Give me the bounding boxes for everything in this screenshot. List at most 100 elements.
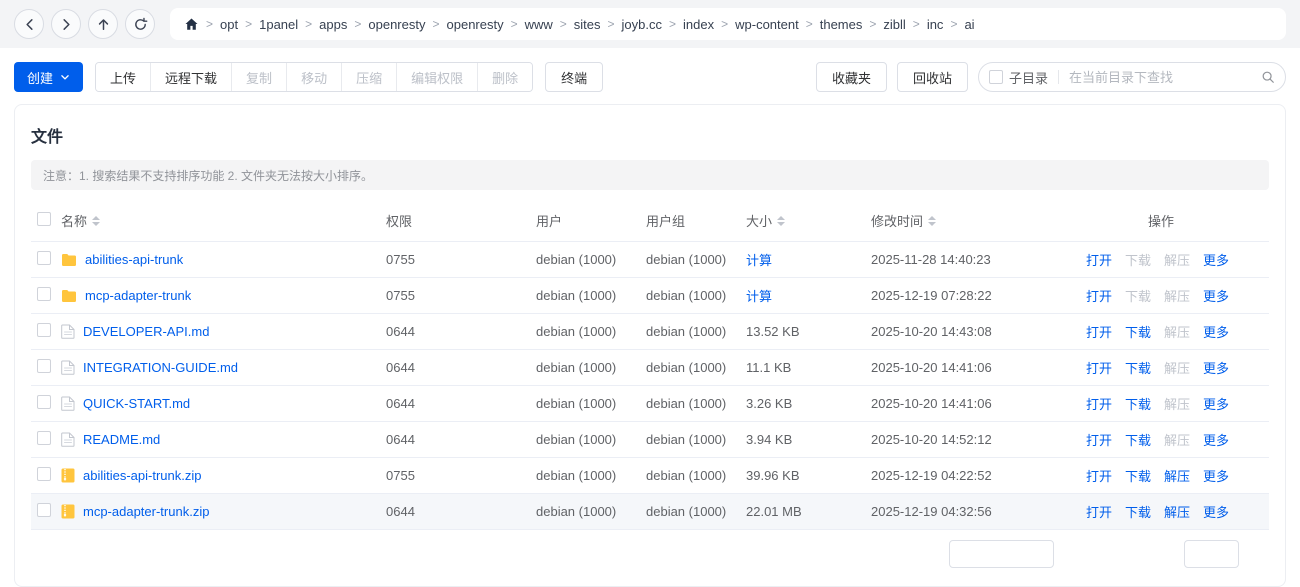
breadcrumb-item[interactable]: wp-content: [735, 17, 799, 32]
refresh-icon: [134, 17, 147, 30]
refresh-button[interactable]: [125, 9, 155, 39]
page-jump-input[interactable]: [1184, 540, 1239, 568]
breadcrumb-item[interactable]: opt: [220, 17, 238, 32]
page-size-select[interactable]: [949, 540, 1054, 568]
download-action[interactable]: 下载: [1125, 502, 1151, 521]
download-action[interactable]: 下载: [1125, 430, 1151, 449]
more-action[interactable]: 更多: [1203, 286, 1229, 305]
breadcrumb-item[interactable]: openresty: [447, 17, 504, 32]
row-checkbox[interactable]: [37, 431, 51, 445]
breadcrumb-item[interactable]: www: [525, 17, 553, 32]
edit-permission-button: 编辑权限: [396, 63, 478, 91]
terminal-button[interactable]: 终端: [545, 62, 604, 92]
row-checkbox[interactable]: [37, 467, 51, 481]
user-value: debian (1000): [536, 468, 617, 483]
breadcrumb-item[interactable]: 1panel: [259, 17, 298, 32]
breadcrumb-item[interactable]: themes: [820, 17, 863, 32]
download-action[interactable]: 下载: [1125, 394, 1151, 413]
size-value: 3.94 KB: [746, 432, 793, 447]
file-name-link[interactable]: mcp-adapter-trunk.zip: [83, 504, 209, 519]
upload-button[interactable]: 上传: [96, 63, 151, 91]
favorites-button[interactable]: 收藏夹: [815, 62, 887, 92]
table-row: abilities-api-trunk.zip 0755 debian (100…: [31, 458, 1269, 494]
group-value: debian (1000): [646, 360, 727, 375]
row-checkbox[interactable]: [37, 323, 51, 337]
row-checkbox[interactable]: [37, 251, 51, 265]
column-header-name[interactable]: 名称: [61, 211, 386, 230]
more-action[interactable]: 更多: [1203, 466, 1229, 485]
breadcrumb-item[interactable]: openresty: [368, 17, 425, 32]
breadcrumb-item[interactable]: zibll: [883, 17, 905, 32]
unzip-action: 解压: [1164, 397, 1191, 412]
move-button: 移动: [286, 63, 342, 91]
home-icon[interactable]: [184, 17, 199, 32]
subdirectory-checkbox[interactable]: [989, 70, 1003, 84]
more-action[interactable]: 更多: [1203, 394, 1229, 413]
file-name-link[interactable]: abilities-api-trunk: [85, 252, 183, 267]
open-action[interactable]: 打开: [1086, 358, 1112, 377]
permission-value: 0755: [386, 288, 415, 303]
file-name-link[interactable]: QUICK-START.md: [83, 396, 190, 411]
column-header-size[interactable]: 大小: [746, 211, 871, 230]
forward-button[interactable]: [51, 9, 81, 39]
up-directory-button[interactable]: [88, 9, 118, 39]
more-action[interactable]: 更多: [1203, 250, 1229, 269]
permission-value: 0644: [386, 396, 415, 411]
download-action[interactable]: 下载: [1125, 358, 1151, 377]
group-value: debian (1000): [646, 288, 727, 303]
open-action[interactable]: 打开: [1086, 430, 1112, 449]
open-action[interactable]: 打开: [1086, 394, 1112, 413]
recycle-bin-button[interactable]: 回收站: [896, 62, 968, 92]
file-name-link[interactable]: abilities-api-trunk.zip: [83, 468, 202, 483]
breadcrumb-item[interactable]: ai: [964, 17, 974, 32]
size-calculate-link[interactable]: 计算: [746, 289, 772, 304]
user-value: debian (1000): [536, 252, 617, 267]
row-actions: 打开 下载 解压 更多: [1086, 286, 1269, 305]
row-checkbox[interactable]: [37, 287, 51, 301]
search-bar: 子目录: [978, 62, 1286, 92]
row-checkbox[interactable]: [37, 503, 51, 517]
file-name-link[interactable]: README.md: [83, 432, 160, 447]
breadcrumb-separator: >: [669, 17, 677, 31]
file-name-link[interactable]: mcp-adapter-trunk: [85, 288, 191, 303]
search-icon[interactable]: [1261, 70, 1275, 84]
unzip-action[interactable]: 解压: [1164, 466, 1190, 485]
breadcrumb-item[interactable]: joyb.cc: [622, 17, 662, 32]
size-value: 22.01 MB: [746, 504, 802, 519]
open-action[interactable]: 打开: [1086, 502, 1112, 521]
row-checkbox[interactable]: [37, 359, 51, 373]
more-action[interactable]: 更多: [1203, 502, 1229, 521]
open-action[interactable]: 打开: [1086, 286, 1112, 305]
zip-icon: [61, 468, 75, 483]
row-actions: 打开 下载 解压 更多: [1086, 466, 1269, 485]
unzip-action[interactable]: 解压: [1164, 502, 1190, 521]
column-header-permission: 权限: [386, 214, 413, 229]
file-name-link[interactable]: DEVELOPER-API.md: [83, 324, 209, 339]
breadcrumb-separator: >: [912, 17, 920, 31]
back-button[interactable]: [14, 9, 44, 39]
download-action[interactable]: 下载: [1125, 466, 1151, 485]
open-action[interactable]: 打开: [1086, 322, 1112, 341]
more-action[interactable]: 更多: [1203, 322, 1229, 341]
folder-icon: [61, 253, 77, 267]
create-button[interactable]: 创建: [14, 62, 84, 92]
breadcrumb-item[interactable]: index: [683, 17, 714, 32]
breadcrumb-item[interactable]: sites: [574, 17, 601, 32]
more-action[interactable]: 更多: [1203, 358, 1229, 377]
more-action[interactable]: 更多: [1203, 430, 1229, 449]
file-name-link[interactable]: INTEGRATION-GUIDE.md: [83, 360, 238, 375]
column-header-modified[interactable]: 修改时间: [871, 211, 1086, 230]
size-value: 3.26 KB: [746, 396, 793, 411]
folder-icon: [61, 289, 77, 303]
size-calculate-link[interactable]: 计算: [746, 253, 772, 268]
open-action[interactable]: 打开: [1086, 250, 1112, 269]
breadcrumb-item[interactable]: inc: [927, 17, 944, 32]
remote-download-button[interactable]: 远程下载: [150, 63, 232, 91]
open-action[interactable]: 打开: [1086, 466, 1112, 485]
group-value: debian (1000): [646, 252, 727, 267]
row-checkbox[interactable]: [37, 395, 51, 409]
select-all-checkbox[interactable]: [37, 212, 51, 226]
download-action[interactable]: 下载: [1125, 322, 1151, 341]
search-input[interactable]: [1069, 69, 1261, 85]
breadcrumb-item[interactable]: apps: [319, 17, 347, 32]
